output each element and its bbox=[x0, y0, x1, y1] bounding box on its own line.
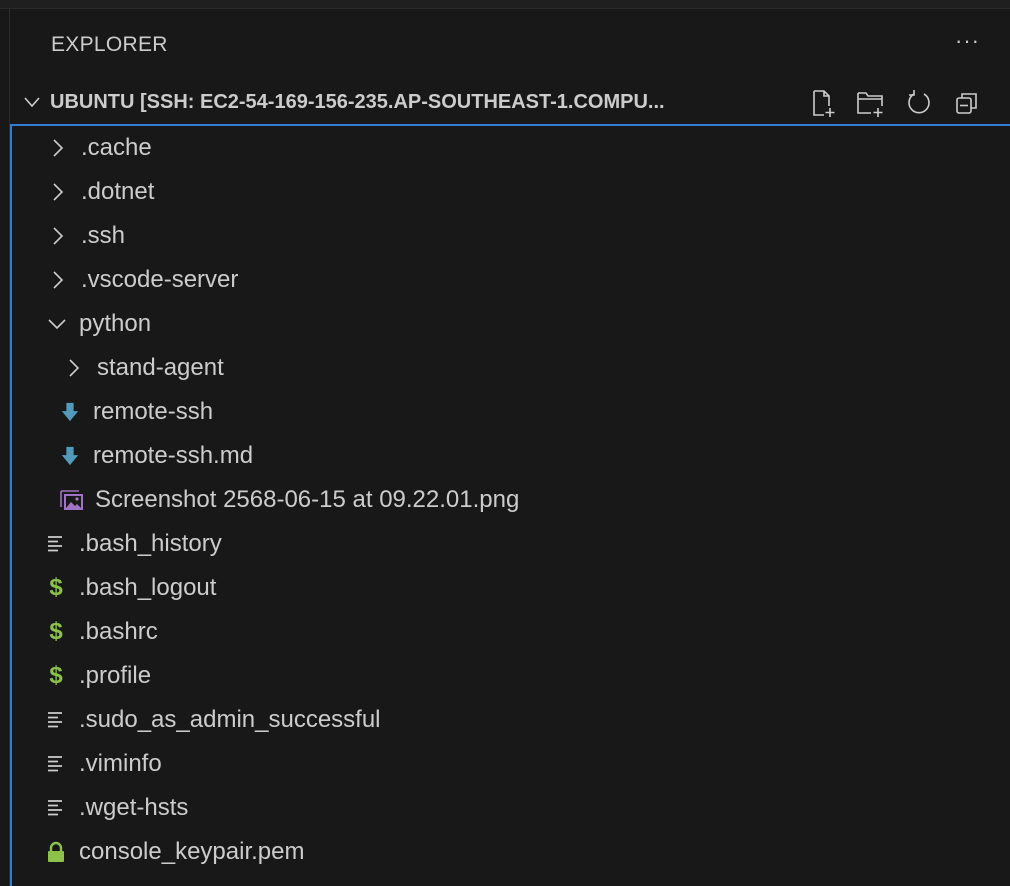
chevron-right-icon bbox=[64, 356, 84, 380]
item-label: .cache bbox=[81, 134, 152, 161]
chevron-down-icon bbox=[23, 96, 41, 108]
markdown-download-icon bbox=[60, 444, 80, 468]
item-label: stand-agent bbox=[97, 354, 224, 381]
chevron-down-icon bbox=[46, 312, 68, 336]
file-item[interactable]: Screenshot 2568-06-15 at 09.22.01.png bbox=[12, 478, 1010, 522]
file-item[interactable]: remote-ssh bbox=[12, 390, 1010, 434]
item-label: .vscode-server bbox=[81, 266, 239, 293]
dollar-icon: $ bbox=[49, 618, 63, 645]
file-item[interactable]: $ .bash_logout bbox=[12, 566, 1010, 610]
new-folder-icon[interactable] bbox=[854, 86, 888, 120]
markdown-download-icon bbox=[60, 400, 80, 424]
item-label: .ssh bbox=[81, 222, 126, 249]
item-label: .dotnet bbox=[81, 178, 155, 205]
folder-item[interactable]: .dotnet bbox=[12, 170, 1010, 214]
item-label: .sudo_as_admin_successful bbox=[79, 706, 381, 733]
item-label: .profile bbox=[79, 662, 152, 689]
text-file-icon bbox=[46, 796, 66, 820]
chevron-right-icon bbox=[48, 180, 68, 204]
file-item[interactable]: .sudo_as_admin_successful bbox=[12, 698, 1010, 742]
collapse-all-icon[interactable] bbox=[950, 86, 984, 120]
item-label: .viminfo bbox=[79, 750, 162, 777]
item-label: .bash_history bbox=[79, 530, 222, 557]
workspace-title: UBUNTU [SSH: EC2-54-169-156-235.AP-SOUTH… bbox=[50, 90, 665, 113]
folder-item[interactable]: .cache bbox=[12, 126, 1010, 170]
folder-item[interactable]: python bbox=[12, 302, 1010, 346]
file-item[interactable]: $ .profile bbox=[12, 654, 1010, 698]
dollar-icon: $ bbox=[49, 662, 63, 689]
item-label: .bashrc bbox=[79, 618, 158, 645]
chevron-right-icon bbox=[48, 268, 68, 292]
item-label: console_keypair.pem bbox=[79, 838, 305, 865]
image-icon bbox=[60, 488, 84, 512]
chevron-right-icon bbox=[48, 224, 68, 248]
item-label: remote-ssh.md bbox=[93, 442, 254, 469]
folder-item[interactable]: stand-agent bbox=[12, 346, 1010, 390]
text-file-icon bbox=[46, 752, 66, 776]
file-item[interactable]: $ .bashrc bbox=[12, 610, 1010, 654]
folder-item[interactable]: .vscode-server bbox=[12, 258, 1010, 302]
file-item[interactable]: .viminfo bbox=[12, 742, 1010, 786]
text-file-icon bbox=[46, 532, 66, 556]
lock-icon bbox=[46, 840, 66, 864]
file-item[interactable]: console_keypair.pem bbox=[12, 830, 1010, 874]
chevron-right-icon bbox=[48, 136, 68, 160]
item-label: remote-ssh bbox=[93, 398, 214, 425]
dollar-icon: $ bbox=[49, 574, 63, 601]
file-tree: .cache .dotnet .ssh .vscode-server python sta… bbox=[10, 124, 1010, 886]
explorer-title: EXPLORER bbox=[51, 33, 168, 56]
folder-item[interactable]: .ssh bbox=[12, 214, 1010, 258]
top-border bbox=[0, 0, 1010, 9]
new-file-icon[interactable] bbox=[806, 86, 840, 120]
text-file-icon bbox=[46, 708, 66, 732]
refresh-icon[interactable] bbox=[902, 86, 936, 120]
item-label: .wget-hsts bbox=[79, 794, 189, 821]
workspace-section-header[interactable]: UBUNTU [SSH: EC2-54-169-156-235.AP-SOUTH… bbox=[10, 80, 1010, 124]
more-actions-icon[interactable]: ··· bbox=[955, 28, 980, 54]
item-label: Screenshot 2568-06-15 at 09.22.01.png bbox=[95, 486, 520, 513]
file-item[interactable]: .wget-hsts bbox=[12, 786, 1010, 830]
item-label: .bash_logout bbox=[79, 574, 217, 601]
item-label: python bbox=[79, 310, 152, 337]
file-item[interactable]: remote-ssh.md bbox=[12, 434, 1010, 478]
file-item[interactable]: .bash_history bbox=[12, 522, 1010, 566]
